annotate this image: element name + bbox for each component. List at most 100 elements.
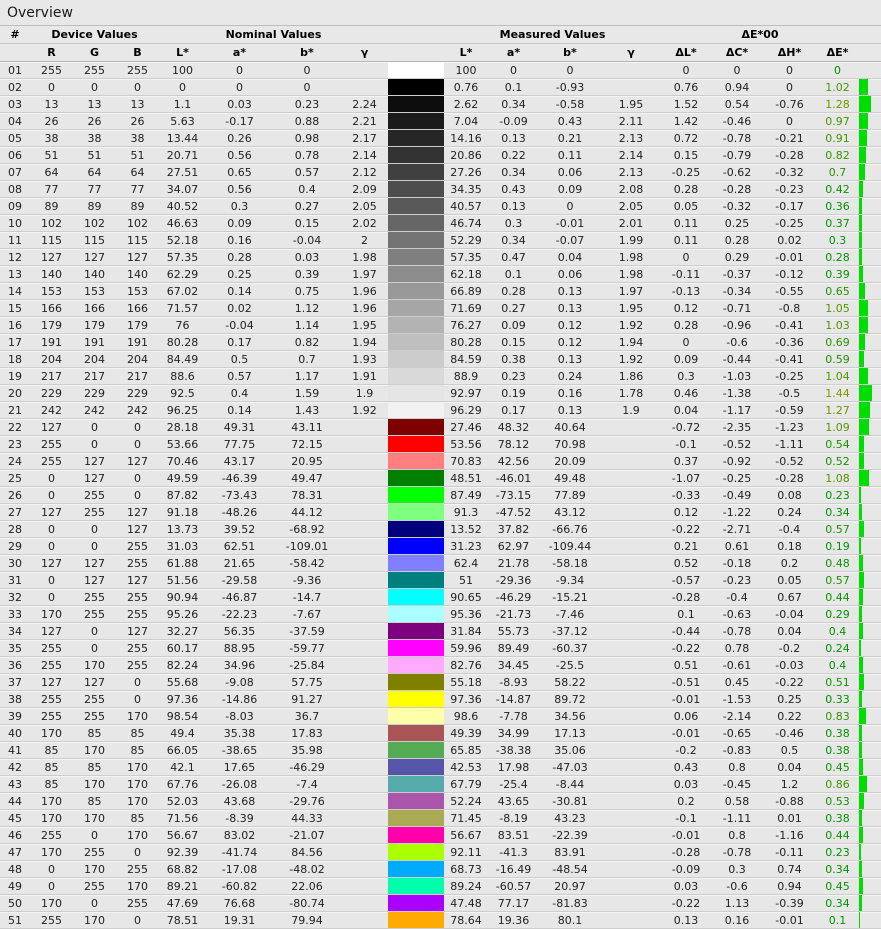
cell-device-b: 127 [116, 521, 159, 537]
cell-device-g: 255 [73, 62, 116, 78]
cell-nominal-l: 82.24 [159, 657, 206, 673]
subheader-measured-b: b* [539, 46, 601, 59]
cell-nominal-gamma: 1.94 [341, 334, 388, 350]
cell-measured-l: 98.6 [444, 708, 488, 724]
cell-measured-l: 27.26 [444, 164, 488, 180]
cell-device-b: 255 [116, 62, 159, 78]
cell-delta-e: 0.1 [816, 912, 859, 928]
delta-e-magnitude-bar [859, 555, 863, 571]
cell-device-b: 0 [116, 691, 159, 707]
color-patch [388, 742, 444, 758]
cell-device-r: 0 [30, 572, 73, 588]
color-patch [388, 827, 444, 843]
cell-measured-a: 0.17 [488, 402, 539, 418]
cell-measured-b: 0.09 [539, 181, 601, 197]
patch-swatch [388, 538, 444, 554]
cell-nominal-a: -8.03 [206, 708, 273, 724]
cell-measured-b: -47.03 [539, 759, 601, 775]
cell-nominal-l: 51.56 [159, 572, 206, 588]
cell-delta-l: -0.01 [661, 725, 711, 741]
cell-device-r: 0 [30, 521, 73, 537]
table-row: 37127127055.68-9.0857.7555.18-8.9358.22-… [0, 674, 881, 691]
cell-measured-b: 35.06 [539, 742, 601, 758]
cell-delta-e: 0.38 [816, 810, 859, 826]
delta-e-magnitude-bar [859, 453, 864, 469]
cell-delta-h: -0.01 [763, 912, 816, 928]
cell-nominal-a: 0.56 [206, 181, 273, 197]
color-patch [388, 232, 444, 248]
cell-device-g: 170 [73, 861, 116, 877]
cell-measured-a: 0.34 [488, 164, 539, 180]
measurement-table: # Device Values Nominal Values Measured … [0, 25, 881, 929]
cell-nominal-a: 34.96 [206, 657, 273, 673]
cell-delta-l: -0.22 [661, 521, 711, 537]
cell-device-b: 0 [116, 912, 159, 928]
cell-delta-e: 0.38 [816, 742, 859, 758]
cell-device-r: 191 [30, 334, 73, 350]
cell-measured-l: 84.59 [444, 351, 488, 367]
cell-delta-c: -0.79 [711, 147, 763, 163]
cell-device-r: 85 [30, 742, 73, 758]
delta-e-bar-cell [859, 504, 881, 520]
cell-device-g: 255 [73, 589, 116, 605]
table-row: 1820420420484.490.50.71.9384.590.380.131… [0, 351, 881, 368]
table-row: 41851708566.05-38.6535.9865.85-38.3835.0… [0, 742, 881, 759]
delta-e-bar-cell [859, 844, 881, 860]
cell-nominal-gamma: 1.95 [341, 317, 388, 333]
cell-delta-c: -1.17 [711, 402, 763, 418]
cell-measured-a: -25.4 [488, 776, 539, 792]
delta-e-magnitude-bar [859, 708, 866, 724]
cell-delta-c: 0.94 [711, 79, 763, 95]
table-row: 2425512712770.4643.1720.9570.8342.5620.0… [0, 453, 881, 470]
color-patch [388, 181, 444, 197]
table-row: 260255087.82-73.4378.3187.49-73.1577.89-… [0, 487, 881, 504]
cell-measured-b: -8.44 [539, 776, 601, 792]
cell-device-r: 26 [30, 113, 73, 129]
cell-device-r: 229 [30, 385, 73, 401]
cell-nominal-gamma [341, 810, 388, 826]
table-row: 47170255092.39-41.7484.5692.11-41.383.91… [0, 844, 881, 861]
patch-swatch [388, 912, 444, 928]
cell-measured-a: 89.49 [488, 640, 539, 656]
cell-measured-gamma [601, 555, 661, 571]
cell-nominal-gamma: 1.9 [341, 385, 388, 401]
color-patch [388, 793, 444, 809]
cell-measured-l: 92.11 [444, 844, 488, 860]
patch-swatch [388, 181, 444, 197]
table-row: 2022922922992.50.41.591.992.970.190.161.… [0, 385, 881, 402]
cell-delta-l: -0.33 [661, 487, 711, 503]
cell-index: 19 [0, 368, 30, 384]
header-num: # [0, 28, 30, 41]
cell-nominal-l: 42.1 [159, 759, 206, 775]
cell-measured-gamma [601, 708, 661, 724]
patch-swatch [388, 691, 444, 707]
cell-device-r: 127 [30, 555, 73, 571]
color-patch [388, 759, 444, 775]
cell-device-b: 127 [116, 572, 159, 588]
cell-nominal-b: 57.75 [273, 674, 341, 690]
cell-index: 29 [0, 538, 30, 554]
table-row: 2712725512791.18-48.2644.1291.3-47.5243.… [0, 504, 881, 521]
cell-delta-c: -0.49 [711, 487, 763, 503]
cell-nominal-a: 56.35 [206, 623, 273, 639]
patch-swatch [388, 368, 444, 384]
cell-nominal-gamma [341, 708, 388, 724]
cell-index: 38 [0, 691, 30, 707]
cell-measured-a: 43.65 [488, 793, 539, 809]
cell-measured-l: 52.29 [444, 232, 488, 248]
delta-e-bar-cell [859, 538, 881, 554]
cell-device-b: 255 [116, 895, 159, 911]
patch-swatch [388, 79, 444, 95]
cell-device-b: 127 [116, 249, 159, 265]
cell-measured-l: 62.18 [444, 266, 488, 282]
cell-delta-e: 0.34 [816, 895, 859, 911]
cell-device-r: 127 [30, 249, 73, 265]
cell-index: 17 [0, 334, 30, 350]
delta-e-magnitude-bar [859, 691, 862, 707]
table-row: 1314014014062.290.250.391.9762.180.10.06… [0, 266, 881, 283]
cell-device-g: 179 [73, 317, 116, 333]
cell-nominal-l: 92.39 [159, 844, 206, 860]
patch-swatch [388, 742, 444, 758]
cell-measured-a: 0.47 [488, 249, 539, 265]
cell-measured-gamma: 2.08 [601, 181, 661, 197]
